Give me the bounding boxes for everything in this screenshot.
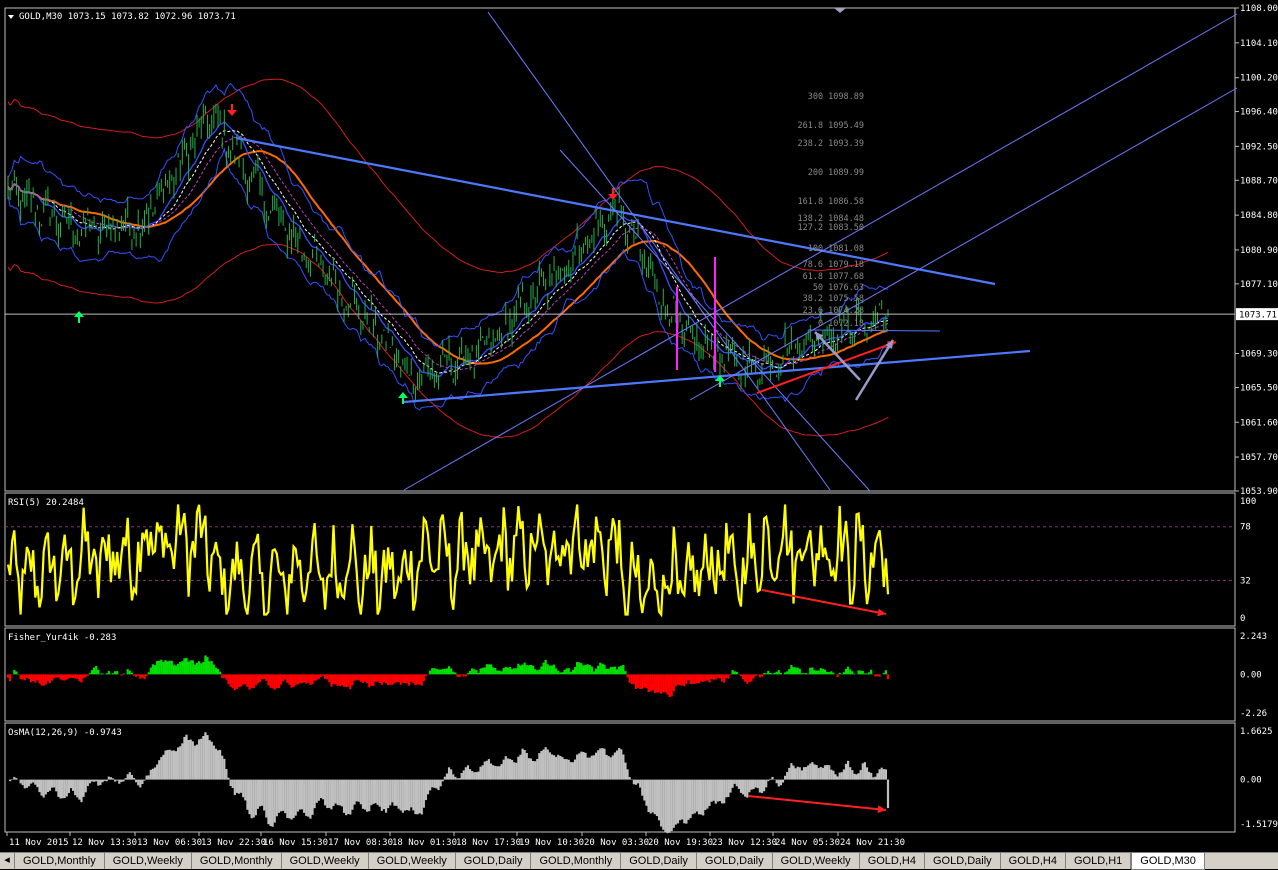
candles: [7, 103, 889, 403]
price-axis-label: 1065.50: [1240, 383, 1278, 393]
fisher-axis-label: 0.00: [1240, 670, 1262, 680]
current-price-label: 1073.71: [1239, 311, 1277, 321]
price-axis-label: 1092.50: [1240, 142, 1278, 152]
fib-level-label: 261.8 1095.49: [797, 121, 864, 131]
tab-scroll-left-icon[interactable]: ◂: [0, 853, 15, 869]
fib-level-label: 50 1076.63: [813, 283, 864, 293]
time-axis-label: 23 Nov 12:30: [712, 838, 777, 848]
osma-axis-label: 0.00: [1240, 776, 1262, 786]
rsi-axis-label: 32: [1240, 577, 1251, 587]
chart-window[interactable]: 1108.00 1104.10 1100.20 1096.40 1092.50 1088.…: [0, 0, 1278, 852]
time-axis-label: 17 Nov 08:30: [328, 838, 393, 848]
rsi-axis-label: 78: [1240, 523, 1251, 533]
rsi-title: RSI(5) 20.2484: [8, 498, 84, 508]
fisher-bars: [6, 655, 890, 698]
main-panel-frame: [4, 7, 1236, 492]
osma-divergence-arrow: [747, 795, 887, 811]
fractal-down-icon: [227, 110, 237, 116]
tab-gold-h4[interactable]: GOLD,H4: [1001, 853, 1066, 869]
fisher-panel-frame: [4, 627, 1236, 722]
time-axis-label: 13 Nov 22:30: [201, 838, 266, 848]
fisher-axis-label: -2.26: [1240, 709, 1267, 719]
chart-tab-bar: ◂ GOLD,Monthly GOLD,Weekly GOLD,Monthly GOL…: [0, 852, 1278, 870]
tab-gold-monthly[interactable]: GOLD,Monthly: [192, 853, 282, 869]
tab-gold-daily[interactable]: GOLD,Daily: [456, 853, 532, 869]
time-axis-label: 18 Nov 01:30: [392, 838, 457, 848]
price-axis-label: 1053.90: [1240, 487, 1278, 497]
tab-gold-daily[interactable]: GOLD,Daily: [697, 853, 773, 869]
fib-level-label: 100 1081.08: [808, 244, 864, 254]
price-axis-label: 1069.30: [1240, 350, 1278, 360]
bollinger-upper: [7, 82, 888, 347]
fib-level-label: 200 1089.99: [808, 168, 864, 178]
chart-title: GOLD,M30 1073.15 1073.82 1072.96 1073.71: [19, 12, 236, 22]
fib-level-label: 78.6 1079.18: [803, 260, 864, 270]
time-axis-label: 13 Nov 06:30: [137, 838, 202, 848]
bollinger-middle: [7, 121, 888, 377]
diagonal-line-a: [487, 11, 831, 491]
price-axis-label: 1096.40: [1240, 108, 1278, 118]
tab-gold-weekly[interactable]: GOLD,Weekly: [369, 853, 456, 869]
tab-gold-h1[interactable]: GOLD,H1: [1066, 853, 1132, 869]
price-axis-label: 1100.20: [1240, 74, 1278, 84]
ma-dashed-magenta: [7, 136, 889, 371]
rsi-divergence-arrow-head: [877, 608, 886, 617]
tab-gold-weekly[interactable]: GOLD,Weekly: [282, 853, 369, 869]
time-axis-label: 20 Nov 19:30: [648, 838, 713, 848]
price-axis-label: 1084.80: [1240, 211, 1278, 221]
time-axis-label: 11 Nov 2015: [9, 838, 69, 848]
fisher-title: Fisher_Yur4ik -0.283: [8, 633, 116, 643]
time-axis-label: 24 Nov 05:30: [775, 838, 840, 848]
moving-average-orange: [7, 150, 889, 365]
fib-level-label: 161.8 1086.58: [797, 197, 864, 207]
price-axis-label: 1088.70: [1240, 176, 1278, 186]
time-axis-label: 24 Nov 21:30: [840, 838, 905, 848]
price-axis-label: 1061.60: [1240, 418, 1278, 428]
tab-gold-weekly[interactable]: GOLD,Weekly: [105, 853, 192, 869]
tab-gold-daily[interactable]: GOLD,Daily: [925, 853, 1001, 869]
price-axis-label: 1104.10: [1240, 39, 1278, 49]
osma-axis-label: -1.5179: [1240, 820, 1278, 830]
chart-canvas[interactable]: 1108.00 1104.10 1100.20 1096.40 1092.50 1088.…: [0, 0, 1278, 852]
fisher-axis-label: 2.243: [1240, 632, 1267, 642]
tab-gold-weekly[interactable]: GOLD,Weekly: [773, 853, 860, 869]
chart-menu-chevron-down-icon: [8, 15, 14, 19]
fib-level-label: 300 1098.89: [808, 92, 864, 102]
envelope-lower: [7, 243, 889, 439]
osma-axis-label: 1.6625: [1240, 727, 1273, 737]
time-axis-label: 12 Nov 13:30: [72, 838, 137, 848]
fractal-up-icon: [398, 392, 408, 398]
rsi-line: [6, 504, 890, 618]
fib-level-label: 238.2 1093.39: [797, 139, 864, 149]
osma-title: OsMA(12,26,9) -0.9743: [8, 728, 122, 738]
fib-level-label: 61.8 1077.68: [803, 272, 864, 282]
osma-bars: [9, 732, 890, 834]
fib-level-label: 23.6 1074.28: [803, 306, 864, 316]
price-axis-label: 1108.00: [1240, 4, 1278, 14]
tab-gold-m30[interactable]: GOLD,M30: [1131, 853, 1205, 870]
rsi-axis-label: 0: [1240, 614, 1245, 624]
time-axis-label: 19 Nov 10:30: [519, 838, 584, 848]
price-axis-label: 1080.90: [1240, 246, 1278, 256]
period-separator-marker-icon: [834, 8, 846, 13]
fib-level-label: 127.2 1083.50: [797, 223, 864, 233]
fib-base-line: [807, 329, 941, 332]
tab-gold-monthly[interactable]: GOLD,Monthly: [15, 853, 105, 869]
rsi-axis-label: 100: [1240, 497, 1256, 507]
time-axis-label: 16 Nov 15:30: [263, 838, 328, 848]
tab-gold-h4[interactable]: GOLD,H4: [860, 853, 925, 869]
price-axis-label: 1077.10: [1240, 280, 1278, 290]
time-axis-label: 20 Nov 03:30: [584, 838, 649, 848]
tab-list: GOLD,Monthly GOLD,Weekly GOLD,Monthly GOLD,…: [15, 853, 1205, 870]
tab-gold-monthly[interactable]: GOLD,Monthly: [531, 853, 622, 869]
fib-level-label: 38.2 1075.58: [803, 294, 864, 304]
tab-gold-daily[interactable]: GOLD,Daily: [621, 853, 697, 869]
channel-line-lower: [689, 87, 1238, 401]
fib-level-label: 0 1072.18: [818, 319, 864, 329]
price-axis-label: 1057.70: [1240, 453, 1278, 463]
time-axis-label: 18 Nov 17:30: [456, 838, 521, 848]
